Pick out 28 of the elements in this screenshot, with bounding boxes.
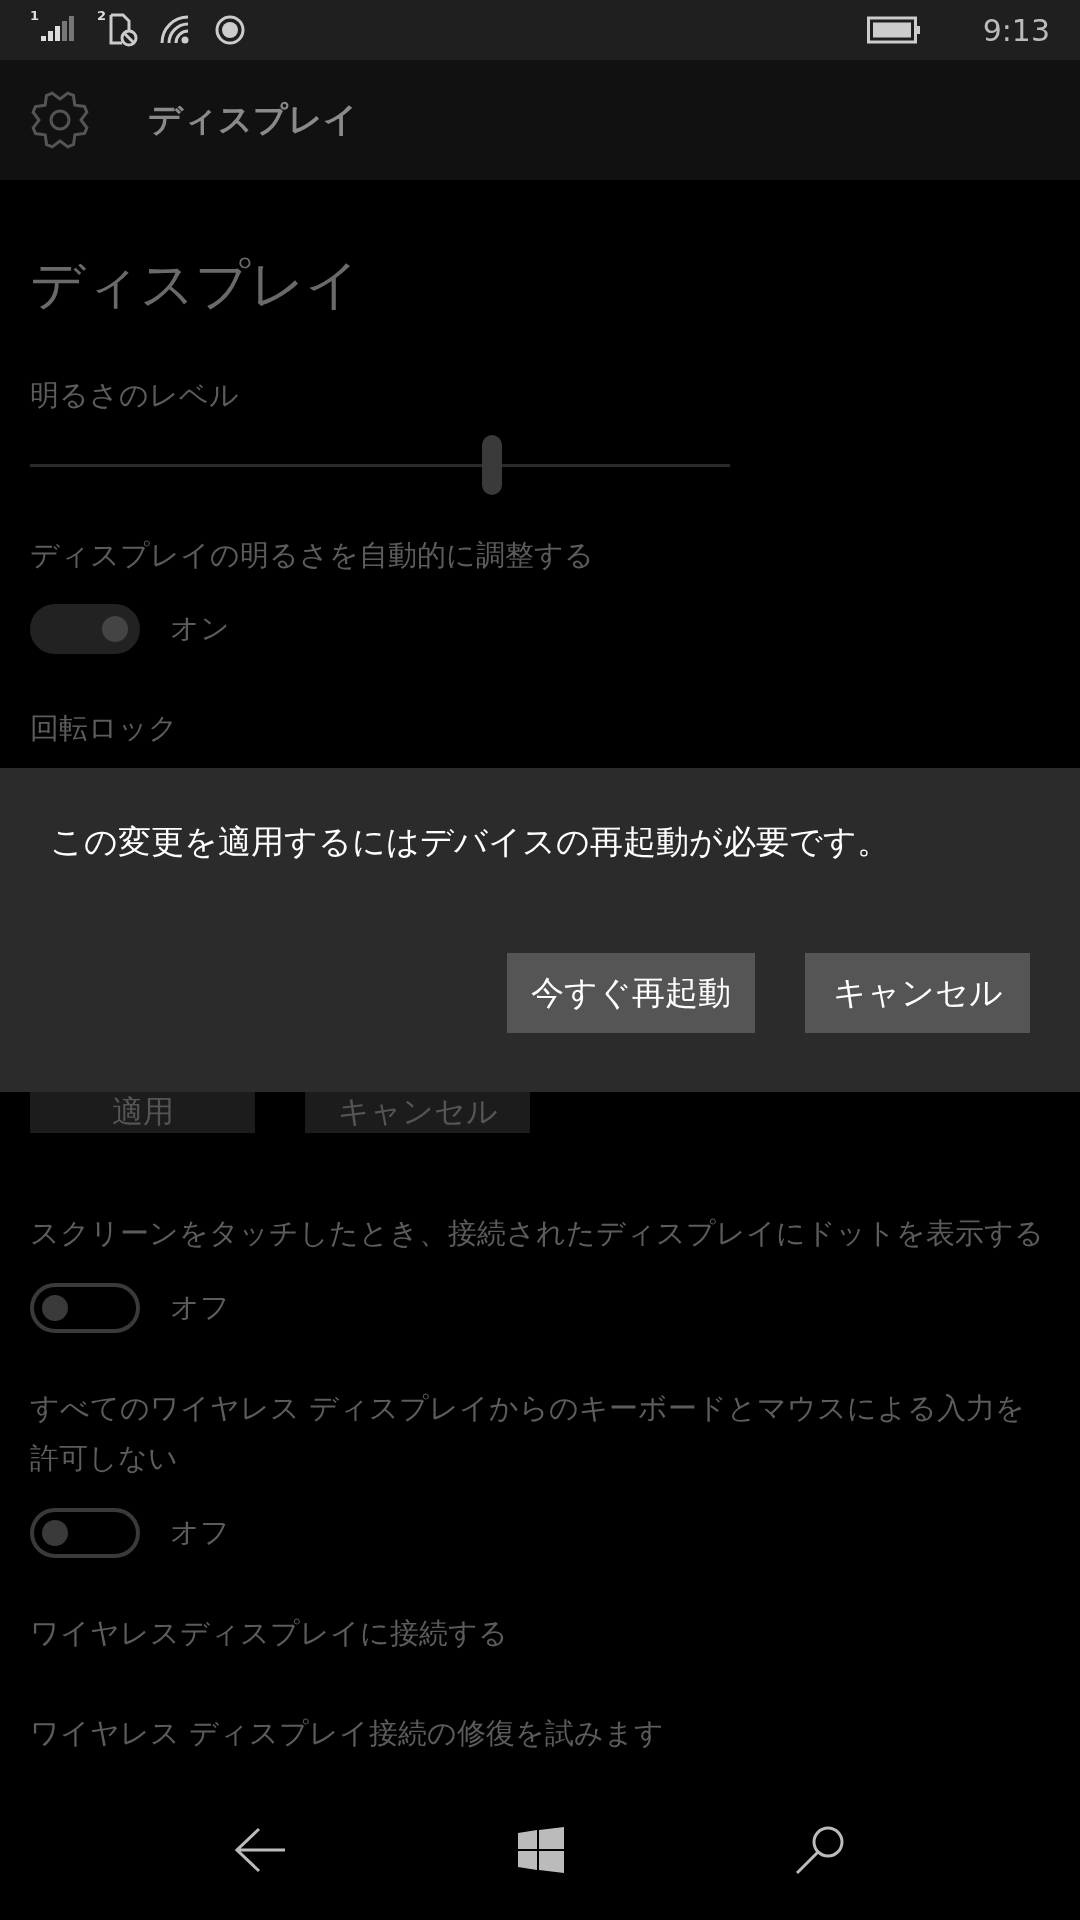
setting-label: ディスプレイの明るさを自動的に調整する <box>30 537 594 574</box>
toggle-switch[interactable] <box>30 604 140 654</box>
back-icon[interactable] <box>235 1827 287 1873</box>
setting-label: 回転ロック <box>30 710 178 747</box>
header-title: ディスプレイ <box>148 98 358 141</box>
windows-logo-icon[interactable] <box>518 1827 564 1873</box>
toggle-switch[interactable] <box>30 1508 140 1558</box>
sim-blocked-icon <box>108 13 139 47</box>
toggle-state: オン <box>170 610 230 647</box>
dialog-message: この変更を適用するにはデバイスの再起動が必要です。 <box>50 821 891 863</box>
clock-time: 9:13 <box>982 12 1050 48</box>
battery-icon <box>866 16 921 44</box>
dialog-button[interactable]: キャンセル <box>805 953 1030 1033</box>
setting-label: スクリーンをタッチしたとき、接続されたディスプレイにドットを表示する <box>30 1215 1044 1252</box>
setting-label: すべてのワイヤレス ディスプレイからのキーボードとマウスによる入力を許可しない <box>30 1390 1027 1477</box>
search-icon[interactable] <box>795 1825 845 1875</box>
dialog-button[interactable]: 今すぐ再起動 <box>507 953 755 1033</box>
location-icon <box>214 14 247 46</box>
sim-number: 1 <box>30 8 40 23</box>
toggle-state: オフ <box>170 1289 230 1326</box>
setting-label: 明るさのレベル <box>30 377 239 414</box>
toggle-state: オフ <box>170 1514 230 1551</box>
slider-thumb[interactable] <box>482 435 502 495</box>
gear-icon <box>30 90 90 150</box>
sim-number: 2 <box>97 8 107 23</box>
brightness-slider[interactable] <box>30 435 730 495</box>
toggle-switch[interactable] <box>30 1283 140 1333</box>
page-title: ディスプレイ <box>30 252 360 318</box>
